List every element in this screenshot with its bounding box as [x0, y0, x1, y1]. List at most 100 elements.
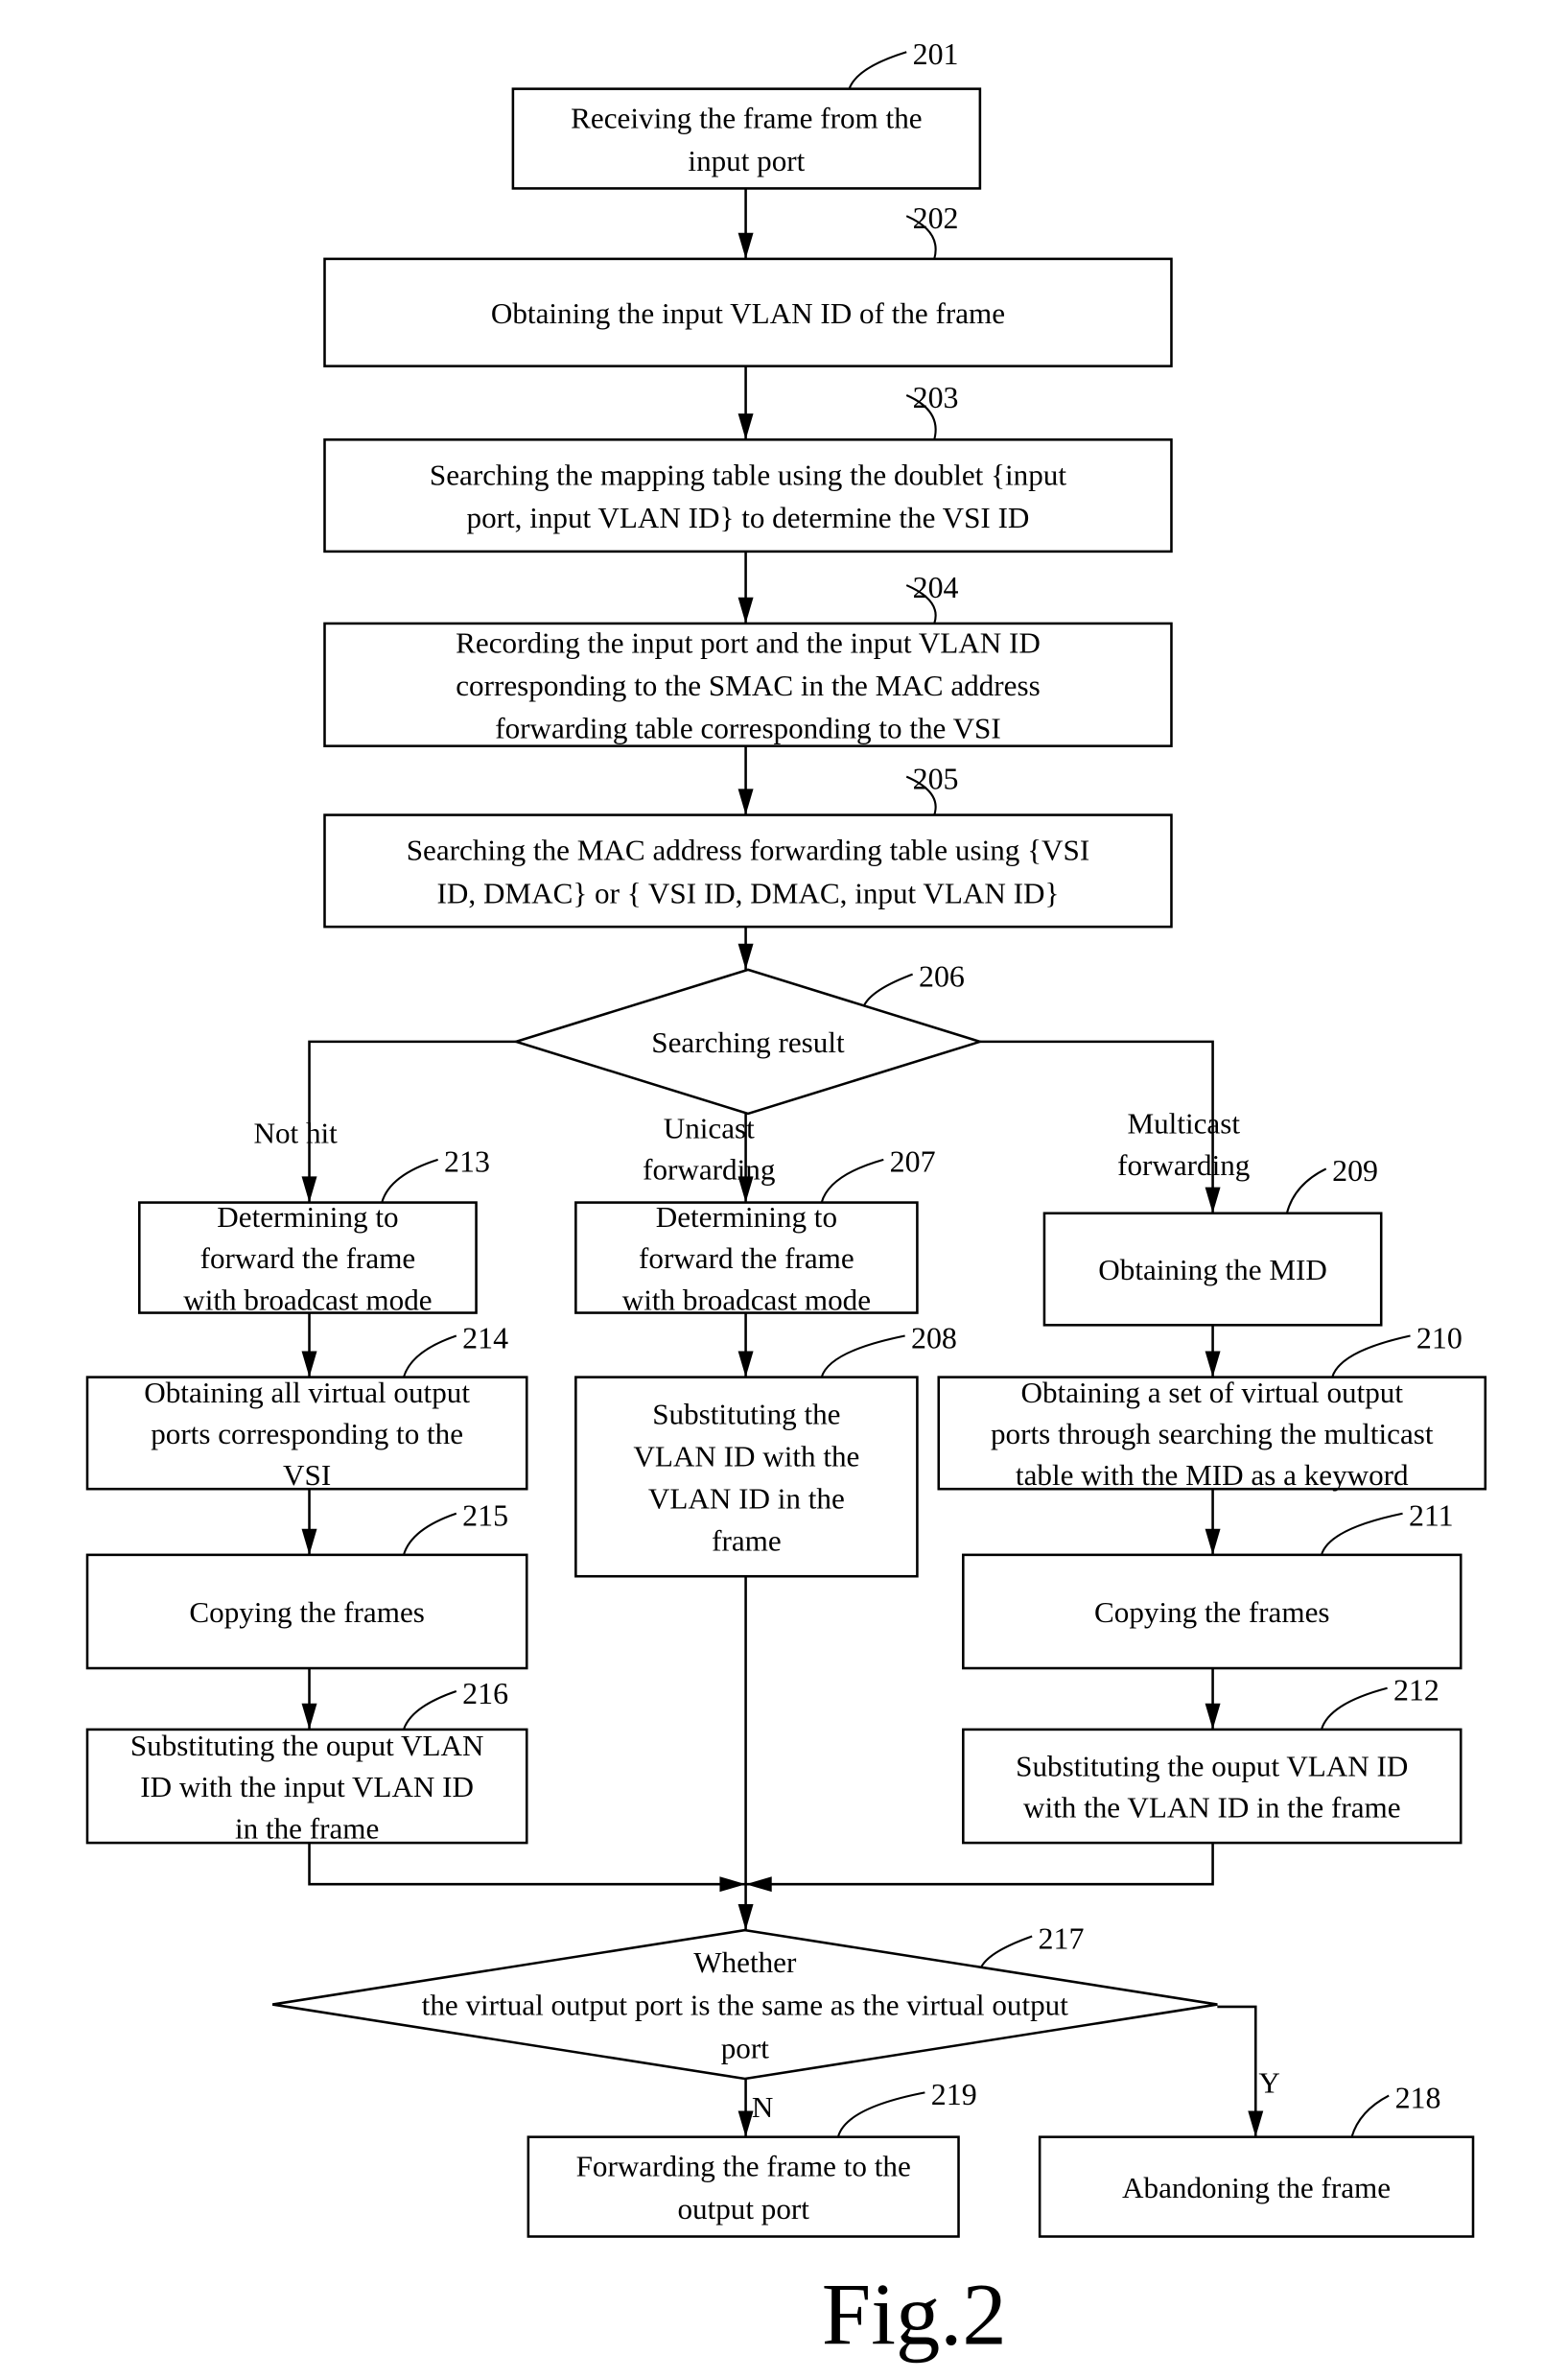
flow-node-216: Substituting the ouput VLAN ID with the i…: [85, 1677, 528, 1845]
reference-number: 201: [913, 37, 959, 71]
node-text-line: port, input VLAN ID} to determine the VS…: [467, 501, 1030, 534]
reference-leader-line: [1285, 1167, 1327, 1214]
reference-leader-line: [381, 1158, 438, 1203]
reference-number: 216: [462, 1677, 508, 1710]
arrowhead: [737, 1351, 754, 1378]
arrowhead: [737, 789, 754, 815]
node-text-line: Substituting the ouput VLAN ID: [1016, 1750, 1408, 1783]
branch-label-unicast: Unicast: [664, 1112, 755, 1145]
node-text-line: Obtaining all virtual output: [144, 1376, 470, 1409]
reference-leader-line: [402, 1334, 457, 1378]
flow-node-205: Searching the MAC address forwarding tab…: [323, 762, 1173, 929]
arrowhead: [1248, 2110, 1264, 2137]
arrowhead: [737, 232, 754, 259]
connector-line: [308, 1843, 746, 1886]
reference-number: 206: [919, 959, 965, 993]
node-text-line: with broadcast mode: [622, 1283, 871, 1316]
node-text-line: VLAN ID with the: [633, 1440, 859, 1473]
branch-label-unicast: forwarding: [643, 1153, 775, 1187]
reference-number: 208: [911, 1321, 957, 1354]
arrowhead: [301, 1351, 317, 1378]
arrowhead: [301, 1703, 317, 1730]
node-text-line: corresponding to the SMAC in the MAC add…: [456, 669, 1040, 702]
node-text-line: input port: [688, 144, 805, 177]
node-text-line: table with the MID as a keyword: [1016, 1458, 1409, 1492]
arrowhead: [1205, 1351, 1221, 1378]
node-text-line: in the frame: [235, 1811, 379, 1845]
node-text-line: Searching the mapping table using the do…: [430, 458, 1066, 491]
node-text-line: Searching the MAC address forwarding tab…: [407, 834, 1089, 867]
node-text-line: ports through searching the multicast: [991, 1417, 1434, 1450]
flow-node-203: Searching the mapping table using the do…: [323, 381, 1173, 554]
flow-node-214: Obtaining all virtual output ports corres…: [85, 1321, 528, 1492]
arrowhead: [737, 1903, 754, 1931]
arrowhead: [737, 597, 754, 624]
reference-number: 210: [1416, 1321, 1463, 1354]
reference-leader-line: [848, 51, 907, 90]
node-text-line: port: [721, 2031, 769, 2064]
node-text-line: ID, DMAC} or { VSI ID, DMAC, input VLAN …: [437, 876, 1060, 909]
reference-leader-line: [1350, 2094, 1390, 2137]
node-text-line: with broadcast mode: [183, 1283, 432, 1316]
arrowhead: [745, 1876, 772, 1893]
arrowhead: [301, 1528, 317, 1555]
reference-leader-line: [836, 2091, 925, 2138]
reference-number: 205: [913, 762, 959, 795]
figure-caption: Fig.2: [822, 2265, 1007, 2364]
node-text-line: Obtaining the input VLAN ID of the frame: [491, 296, 1005, 330]
node-text-line: VLAN ID in the: [648, 1482, 845, 1516]
reference-number: 215: [462, 1499, 508, 1533]
flow-node-206: Searching result 206: [511, 959, 985, 1116]
reference-number: 203: [913, 381, 959, 414]
node-text-line: with the VLAN ID in the frame: [1023, 1791, 1401, 1825]
node-text-line: Receiving the frame from the: [571, 101, 922, 134]
arrowhead: [301, 1176, 317, 1203]
reference-leader-line: [820, 1158, 884, 1203]
branch-label-multicast: forwarding: [1117, 1148, 1250, 1182]
reference-leader-line: [980, 1935, 1033, 1968]
arrowhead: [1205, 1703, 1221, 1730]
node-text-line: Copying the frames: [1094, 1595, 1329, 1629]
process-box-212: [962, 1728, 1463, 1845]
reference-number: 212: [1393, 1674, 1439, 1708]
flow-node-215: Copying the frames 215: [85, 1499, 528, 1670]
process-box-205: [323, 813, 1173, 929]
flow-node-201: Receiving the frame from the input port 20…: [511, 37, 982, 190]
reference-number: 218: [1395, 2081, 1441, 2114]
reference-number: 213: [444, 1145, 490, 1179]
reference-leader-line: [820, 1334, 905, 1378]
arrowhead: [1205, 1187, 1221, 1213]
node-text-line: Determining to: [217, 1200, 398, 1234]
connector-line: [745, 1843, 1214, 1886]
flow-node-213: Determining to forward the frame with broa…: [138, 1145, 490, 1316]
node-text-line: frame: [712, 1523, 782, 1557]
branch-label-no: N: [752, 2090, 773, 2124]
reference-leader-line: [1331, 1334, 1411, 1378]
node-text-line: Copying the frames: [189, 1595, 424, 1629]
arrowhead: [719, 1876, 746, 1893]
arrowhead: [737, 413, 754, 440]
node-text-line: forward the frame: [200, 1241, 416, 1275]
arrowhead: [737, 943, 754, 970]
reference-number: 217: [1039, 1921, 1085, 1955]
node-text-line: forward the frame: [639, 1241, 854, 1275]
node-text-line: forwarding table corresponding to the VS…: [495, 712, 1001, 745]
node-text-line: the virtual output port is the same as t…: [422, 1989, 1069, 2022]
reference-leader-line: [1320, 1512, 1403, 1556]
reference-number: 211: [1409, 1499, 1454, 1533]
node-text-line: output port: [677, 2192, 809, 2226]
process-box-203: [323, 438, 1173, 554]
flow-node-217: Whether the virtual output port is the sa…: [272, 1921, 1218, 2081]
branch-label-yes: Y: [1258, 2065, 1279, 2099]
node-text-line: Determining to: [656, 1200, 837, 1234]
arrowhead: [1205, 1528, 1221, 1555]
reference-leader-line: [402, 1690, 457, 1731]
reference-number: 202: [913, 201, 959, 235]
node-text-line: Substituting the: [652, 1398, 840, 1431]
node-text-line: ID with the input VLAN ID: [140, 1770, 474, 1803]
node-text-line: Recording the input port and the input V…: [456, 625, 1041, 659]
reference-leader-line: [862, 973, 913, 1006]
node-text-line: ports corresponding to the: [151, 1417, 463, 1450]
branch-label-multicast: Multicast: [1127, 1107, 1240, 1141]
flowchart-figure: Receiving the frame from the input port 20…: [85, 37, 1487, 2364]
